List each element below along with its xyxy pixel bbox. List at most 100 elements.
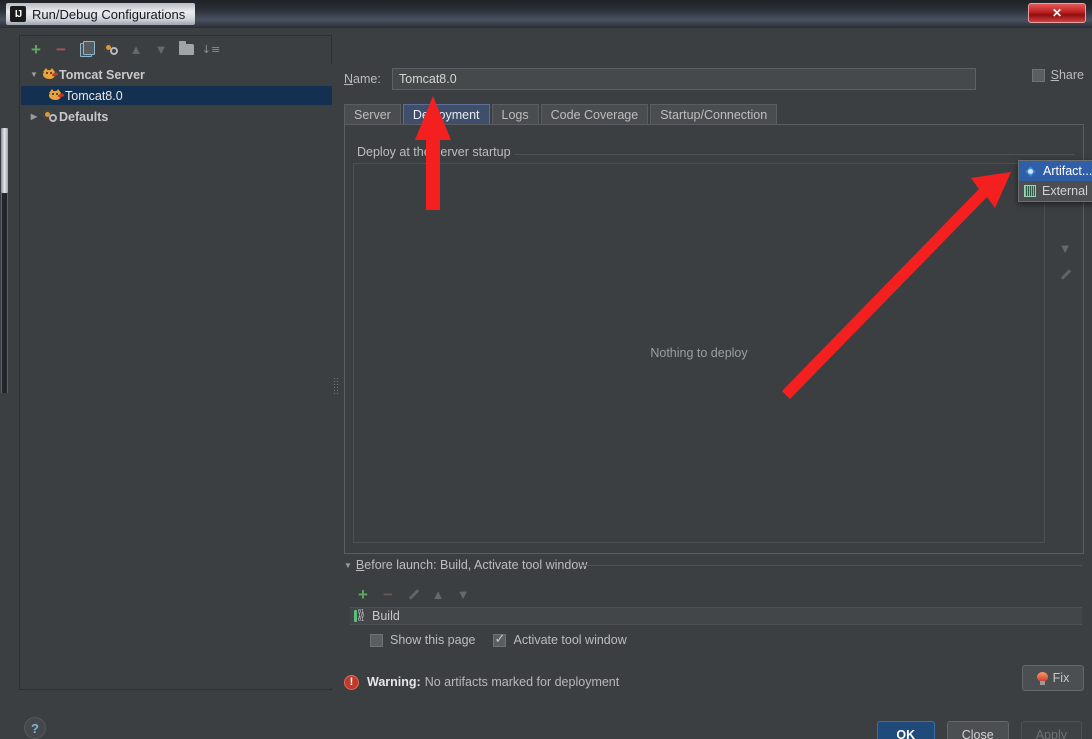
tomcat-icon — [41, 68, 59, 81]
show-this-page-checkbox[interactable]: Show this page — [370, 633, 475, 647]
fix-button[interactable]: Fix — [1022, 665, 1084, 691]
task-label: Build — [372, 609, 400, 623]
create-folder-button[interactable] — [175, 39, 197, 61]
folder-icon — [178, 41, 194, 55]
deploy-legend: Deploy at the server startup — [353, 145, 515, 159]
checkbox-label: Activate tool window — [513, 633, 627, 647]
tab-startup-connection[interactable]: Startup/Connection — [650, 104, 778, 125]
before-launch-toolbar: + − ▲ ▼ — [352, 583, 474, 605]
activate-tool-window-checkbox[interactable]: Activate tool window — [493, 632, 627, 647]
gear-icon — [41, 110, 59, 123]
tab-logs[interactable]: Logs — [491, 104, 539, 125]
checkbox-box[interactable] — [493, 632, 507, 647]
edit-artifact-button[interactable] — [1052, 261, 1078, 287]
empty-list-message: Nothing to deploy — [650, 346, 748, 360]
popup-item-external[interactable]: External — [1019, 181, 1092, 201]
window-titlebar: IJ Run/Debug Configurations ✕ — [0, 0, 1092, 28]
tab-label: Deployment — [412, 108, 480, 122]
panel-splitter-handle[interactable] — [333, 376, 340, 396]
add-task-button[interactable]: + — [352, 583, 374, 605]
move-down-artifact-button[interactable]: ▼ — [1052, 235, 1078, 261]
apply-button-label: Apply — [1035, 727, 1067, 739]
window-title-group: IJ Run/Debug Configurations — [6, 3, 196, 25]
arrow-down-icon: ▼ — [1058, 240, 1072, 256]
remove-task-button[interactable]: − — [377, 583, 399, 605]
pencil-icon — [1059, 268, 1072, 281]
chevron-down-icon[interactable]: ▼ — [344, 561, 352, 570]
minus-icon: − — [383, 584, 393, 604]
move-task-down-button[interactable]: ▼ — [452, 583, 474, 605]
tab-label: Logs — [501, 108, 529, 122]
ok-button-label: OK — [896, 727, 916, 739]
tab-label: Code Coverage — [550, 108, 639, 122]
share-label: Share — [1050, 68, 1084, 82]
edit-defaults-button[interactable] — [100, 39, 122, 61]
tab-server[interactable]: Server — [344, 104, 401, 125]
tab-label: Startup/Connection — [660, 108, 768, 122]
question-mark-icon: ? — [31, 720, 39, 736]
gear-icon — [104, 43, 118, 56]
popup-item-label: External — [1042, 184, 1088, 198]
deployment-artifact-list[interactable]: Nothing to deploy — [353, 163, 1045, 543]
move-down-button[interactable]: ▼ — [150, 39, 172, 61]
tab-code-coverage[interactable]: Code Coverage — [540, 104, 649, 125]
error-icon: ! — [344, 674, 359, 690]
share-checkbox[interactable] — [1031, 68, 1045, 82]
plus-icon: + — [358, 584, 368, 604]
move-up-button[interactable]: ▲ — [125, 39, 147, 61]
popup-item-artifact[interactable]: Artifact... — [1019, 161, 1092, 181]
warning-message: No artifacts marked for deployment — [424, 675, 620, 689]
arrow-down-icon: ▼ — [154, 42, 168, 57]
scrollbar-thumb-upper[interactable] — [1, 128, 8, 193]
minus-icon: − — [56, 40, 66, 59]
chevron-right-icon[interactable]: ▶ — [27, 112, 41, 121]
tree-group-tomcat-server[interactable]: ▼ Tomcat Server — [21, 64, 332, 85]
warning-prefix: Warning: — [367, 675, 421, 689]
remove-configuration-button[interactable]: − — [50, 39, 72, 61]
chevron-down-icon[interactable]: ▼ — [27, 70, 41, 79]
configuration-editor-pane: Name: Share Server Deployment Logs Code … — [344, 35, 1084, 691]
popup-item-label: Artifact... — [1043, 164, 1092, 178]
tab-label: Server — [354, 108, 391, 122]
close-button-label: Close — [961, 727, 994, 739]
tab-deployment[interactable]: Deployment — [402, 104, 490, 125]
close-dialog-button[interactable]: Close — [946, 721, 1009, 739]
checkbox-box[interactable] — [370, 633, 383, 647]
add-configuration-button[interactable]: + — [25, 39, 47, 61]
tree-group-label: Tomcat Server — [59, 67, 145, 82]
copy-configuration-button[interactable] — [75, 39, 97, 61]
name-label: Name: — [344, 72, 381, 86]
intellij-idea-icon: IJ — [10, 6, 26, 22]
window-scrollbar[interactable] — [0, 28, 9, 739]
window-close-button[interactable]: ✕ — [1028, 3, 1086, 23]
arrow-up-icon: ▲ — [129, 42, 143, 57]
warning-row: ! Warning: No artifacts marked for deplo… — [344, 669, 1084, 695]
sort-configurations-button[interactable]: ↓≡ — [200, 39, 222, 61]
fix-button-label: Fix — [1052, 671, 1070, 685]
edit-task-button[interactable] — [402, 583, 424, 605]
configurations-tree: ▼ Tomcat Server Tomcat8.0 ▶ Defaults — [21, 64, 332, 688]
tree-group-defaults[interactable]: ▶ Defaults — [21, 106, 332, 127]
editor-tabs: Server Deployment Logs Code Coverage Sta… — [344, 103, 1084, 125]
before-launch-options: Show this page Activate tool window — [370, 632, 627, 647]
name-input[interactable] — [392, 68, 976, 90]
apply-button[interactable]: Apply — [1020, 721, 1082, 739]
ok-button[interactable]: OK — [876, 721, 935, 739]
arrow-up-icon: ▲ — [431, 586, 445, 602]
tomcat-icon — [47, 89, 65, 102]
checkbox-label: Show this page — [390, 633, 476, 647]
before-launch-section: ▼ Before launch: Build, Activate tool wi… — [344, 557, 1084, 657]
tree-group-label: Defaults — [59, 109, 109, 124]
help-button[interactable]: ? — [24, 717, 46, 739]
scrollbar-thumb-lower[interactable] — [1, 193, 8, 393]
copy-icon — [80, 40, 95, 57]
artifact-icon — [1024, 165, 1037, 177]
tree-item-tomcat80[interactable]: Tomcat8.0 — [21, 85, 332, 106]
window-title: Run/Debug Configurations — [32, 6, 186, 22]
name-row: Name: — [344, 68, 1084, 90]
move-task-up-button[interactable]: ▲ — [427, 583, 449, 605]
plus-icon: + — [31, 40, 41, 59]
configurations-toolbar: + − ▲ ▼ ↓≡ — [20, 36, 333, 63]
before-launch-task-row[interactable]: 01 10 01 Build — [350, 607, 1082, 625]
share-checkbox-group[interactable]: Share — [1031, 68, 1084, 82]
